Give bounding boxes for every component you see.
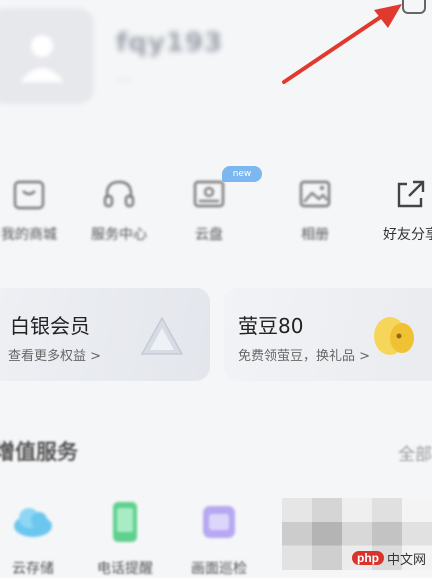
quick-item-photo[interactable]: 相册 (270, 168, 360, 244)
section-title: 增值服务 (0, 440, 78, 464)
username: fqy193 (116, 28, 224, 58)
watermark-text: 中文网 (387, 551, 427, 567)
php-logo: php (352, 551, 384, 565)
membership-title: 白银会员 (10, 314, 90, 338)
membership-card[interactable]: 白银会员 查看更多权益 > (0, 288, 210, 381)
service-item-label: 画面巡检 (191, 561, 247, 577)
beans-subtitle: 免费领萤豆，换礼品 > (238, 349, 371, 364)
service-item-inspect[interactable]: 画面巡检 (174, 500, 264, 578)
service-item-label: 云存储 (12, 561, 54, 577)
quick-actions: 我的商城 服务中心 云盘 相册 好友分 (0, 168, 432, 258)
membership-subtitle: 查看更多权益 > (8, 349, 102, 364)
cloud-icon (14, 508, 52, 537)
silver-badge-icon (140, 316, 184, 355)
watermark: php 中文网 (352, 548, 426, 568)
coin-icon (374, 317, 414, 355)
quick-item-label: 相册 (301, 227, 329, 243)
user-id: ... (118, 70, 131, 85)
new-badge: new (222, 166, 262, 182)
quick-item-label: 我的商城 (1, 227, 57, 243)
service-item-label: 电话提醒 (97, 561, 153, 577)
beans-title: 萤豆80 (238, 314, 304, 338)
headset-icon (103, 180, 135, 208)
service-item-phone[interactable]: 电话提醒 (80, 500, 170, 578)
see-all-link[interactable]: 全部 (398, 440, 432, 465)
quick-item-share[interactable]: 好友分享 (366, 168, 432, 244)
avatar[interactable] (0, 8, 94, 104)
profile-header: fqy193 ... (0, 0, 432, 120)
quick-item-label: 云盘 (195, 227, 223, 243)
service-item-cloud[interactable]: 云存储 (0, 500, 78, 578)
quick-item-label: 服务中心 (91, 227, 147, 243)
user-avatar-icon (20, 35, 64, 82)
beans-card[interactable]: 萤豆80 免费领萤豆，换礼品 > (224, 288, 432, 381)
phone-icon (113, 502, 137, 542)
folder-icon (203, 506, 235, 538)
share-icon (397, 180, 425, 208)
quick-item-service[interactable]: 服务中心 (74, 168, 164, 244)
quick-item-store[interactable]: 我的商城 (0, 168, 74, 244)
quick-item-label: 好友分享 (383, 227, 432, 243)
red-arrow-annotation (282, 4, 402, 84)
store-icon (13, 180, 45, 210)
photo-icon (299, 180, 331, 208)
